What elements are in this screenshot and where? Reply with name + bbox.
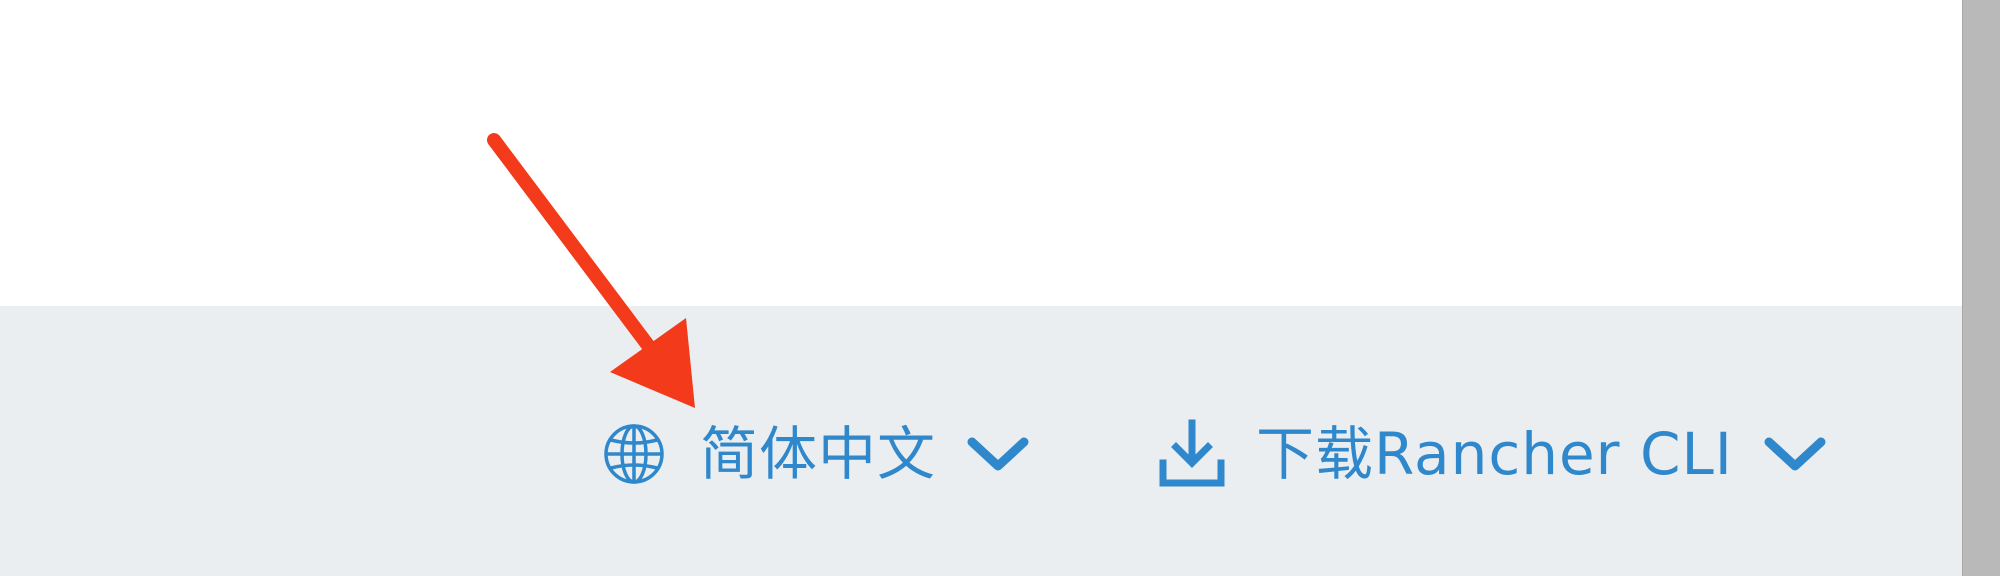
download-icon [1158,418,1226,490]
chevron-down-icon [966,432,1030,476]
download-cli-label: 下载Rancher CLI [1256,420,1733,488]
chevron-down-icon [1763,432,1827,476]
language-label: 简体中文 [700,420,937,488]
scrollbar-thumb[interactable] [1962,0,2000,576]
download-cli-dropdown[interactable]: 下载Rancher CLI [1158,412,1827,496]
language-selector-dropdown[interactable]: 简体中文 [600,412,1030,496]
page: 简体中文 下载Rancher CLI [0,0,2000,576]
globe-icon [600,420,668,488]
main-content-area [0,0,1962,306]
